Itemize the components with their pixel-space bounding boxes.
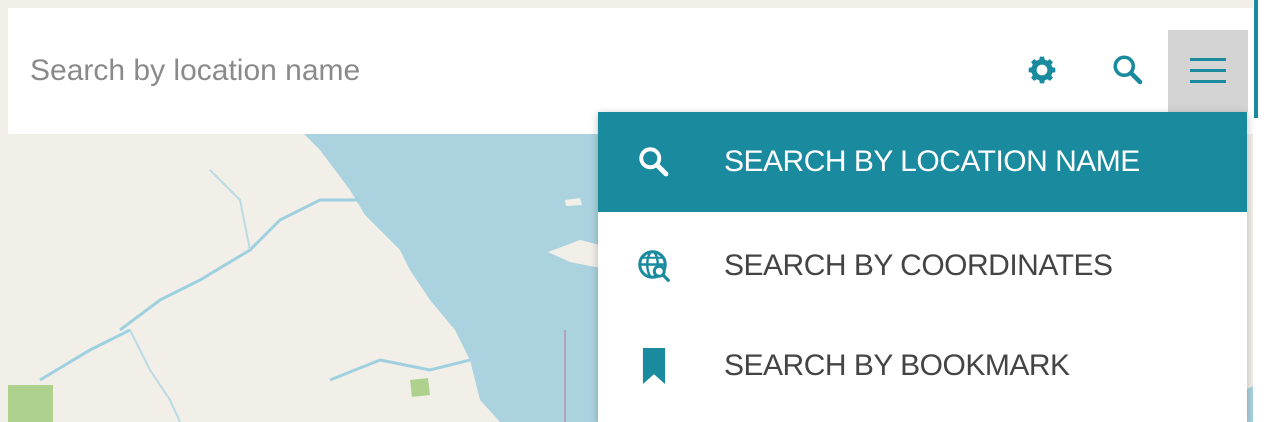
globe-search-icon (634, 246, 674, 286)
menu-item-search-by-location-name[interactable]: SEARCH BY LOCATION NAME (598, 112, 1247, 212)
park-area (8, 385, 53, 422)
hamburger-menu-icon (1190, 58, 1226, 83)
menu-button[interactable] (1168, 30, 1248, 112)
search-input[interactable] (30, 46, 930, 96)
menu-item-search-by-bookmark[interactable]: SEARCH BY BOOKMARK (598, 316, 1247, 416)
panel-edge (1253, 0, 1266, 422)
park-area (410, 378, 430, 397)
accent-divider (1254, 0, 1258, 118)
search-icon (634, 142, 674, 182)
search-button[interactable] (1106, 40, 1150, 100)
menu-item-label: SEARCH BY COORDINATES (724, 249, 1113, 282)
app-root: SEARCH BY LOCATION NAME SEARCH BY COORDI… (0, 0, 1266, 422)
gear-icon (1028, 56, 1056, 84)
search-mode-menu: SEARCH BY LOCATION NAME SEARCH BY COORDI… (598, 112, 1247, 422)
search-icon (1113, 55, 1143, 85)
menu-item-label: SEARCH BY LOCATION NAME (724, 145, 1140, 178)
settings-button[interactable] (1020, 40, 1064, 100)
bookmark-icon (634, 346, 674, 386)
menu-item-label: SEARCH BY BOOKMARK (724, 349, 1070, 382)
menu-item-search-by-coordinates[interactable]: SEARCH BY COORDINATES (598, 216, 1247, 316)
